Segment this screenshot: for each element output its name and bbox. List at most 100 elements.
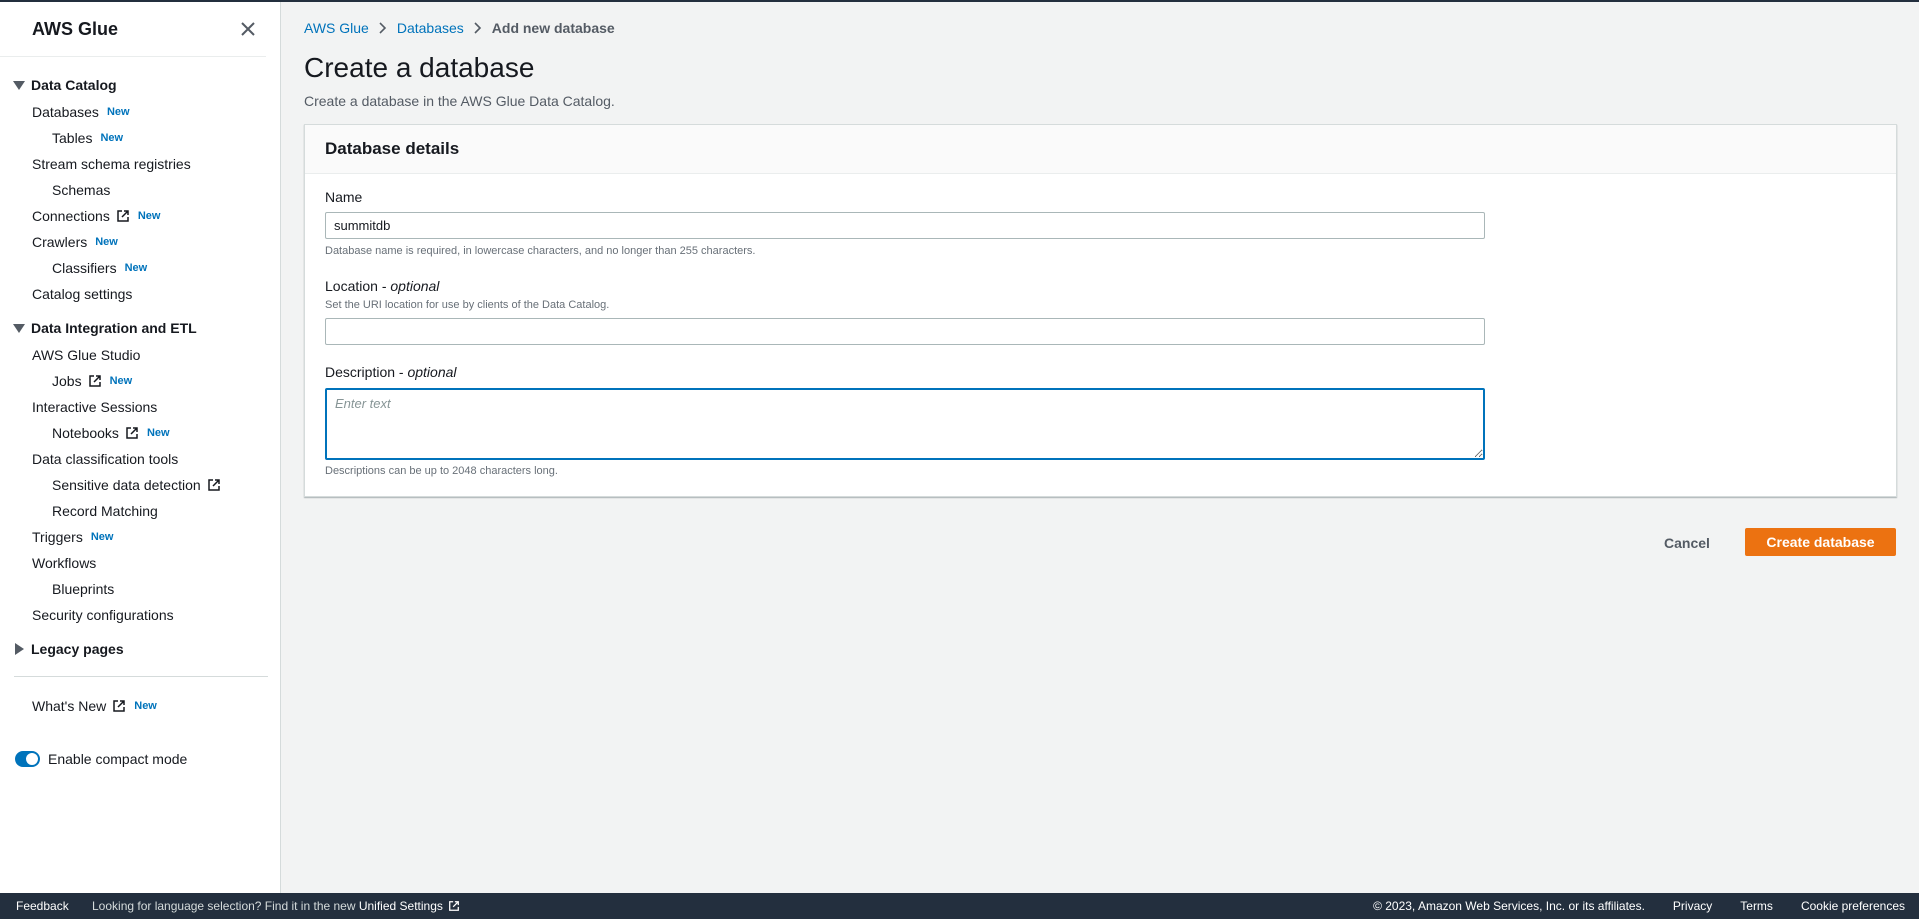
- description-label: Description - optional: [325, 364, 457, 380]
- feedback-link[interactable]: Feedback: [16, 899, 69, 913]
- sidebar-item-label: Connections: [32, 208, 110, 224]
- breadcrumb-aws-glue[interactable]: AWS Glue: [304, 20, 369, 36]
- optional-text: optional: [390, 278, 440, 294]
- sidebar-item-sensitive-data[interactable]: Sensitive data detection: [52, 477, 221, 493]
- sidebar-item-label: Notebooks: [52, 425, 119, 441]
- sidebar-item-stream-schema-registries[interactable]: Stream schema registries: [32, 156, 191, 172]
- sidebar-item-glue-studio[interactable]: AWS Glue Studio: [32, 347, 140, 363]
- location-hint: Set the URI location for use by clients …: [325, 299, 610, 311]
- name-hint: Database name is required, in lowercase …: [325, 245, 756, 257]
- chevron-right-icon: [474, 22, 481, 34]
- sidebar-divider: [14, 676, 268, 677]
- new-badge: New: [100, 132, 124, 144]
- copyright: © 2023, Amazon Web Services, Inc. or its…: [1373, 899, 1645, 913]
- sidebar-item-label: Blueprints: [52, 581, 115, 597]
- sidebar-item-record-matching[interactable]: Record Matching: [52, 503, 158, 519]
- sidebar-item-label: Crawlers: [32, 234, 88, 250]
- location-label-text: Location -: [325, 278, 391, 294]
- new-badge: New: [146, 427, 170, 439]
- sidebar-item-whats-new[interactable]: What's New New: [32, 698, 157, 714]
- sidebar-item-blueprints[interactable]: Blueprints: [52, 581, 114, 597]
- page-subtitle: Create a database in the AWS Glue Data C…: [304, 93, 615, 109]
- breadcrumb-current: Add new database: [491, 20, 615, 36]
- external-link-icon: [207, 479, 220, 491]
- cookie-preferences-link[interactable]: Cookie preferences: [1801, 899, 1905, 913]
- caret-right-icon: [15, 643, 24, 655]
- cancel-button[interactable]: Cancel: [1648, 529, 1726, 557]
- sidebar-item-jobs[interactable]: Jobs New: [52, 373, 132, 389]
- external-link-icon: [126, 427, 138, 439]
- sidebar-item-label: AWS Glue Studio: [32, 347, 141, 363]
- terms-link[interactable]: Terms: [1740, 899, 1773, 913]
- external-link-icon: [117, 210, 129, 222]
- compact-mode-label: Enable compact mode: [48, 751, 188, 767]
- sidebar-item-interactive-sessions[interactable]: Interactive Sessions: [32, 399, 157, 415]
- sidebar-item-label: Interactive Sessions: [32, 399, 158, 415]
- page-title: Create a database: [304, 52, 535, 83]
- sidebar-item-workflows[interactable]: Workflows: [32, 555, 96, 571]
- panel-header: Database details: [305, 125, 1896, 174]
- sidebar-item-connections[interactable]: Connections New: [32, 208, 160, 224]
- sidebar-item-databases[interactable]: Databases New: [32, 104, 130, 120]
- breadcrumb-databases[interactable]: Databases: [397, 20, 464, 36]
- sidebar-header-divider: [0, 56, 266, 57]
- sidebar-item-label: Stream schema registries: [32, 156, 191, 172]
- sidebar-item-label: Record Matching: [52, 503, 158, 519]
- sidebar-item-label: What's New: [32, 698, 107, 714]
- sidebar-item-label: Security configurations: [32, 607, 174, 623]
- section-data-integration[interactable]: Data Integration and ETL: [13, 320, 197, 336]
- create-database-button[interactable]: Create database: [1745, 528, 1896, 556]
- sidebar-item-schemas[interactable]: Schemas: [52, 182, 110, 198]
- new-badge: New: [90, 531, 114, 543]
- footer-links: © 2023, Amazon Web Services, Inc. or its…: [1373, 899, 1905, 913]
- sidebar-item-label: Sensitive data detection: [52, 477, 201, 493]
- chevron-right-icon: [379, 22, 386, 34]
- caret-down-icon: [13, 80, 25, 90]
- section-label: Data Catalog: [31, 77, 117, 93]
- name-input[interactable]: summitdb: [325, 212, 1485, 239]
- new-badge: New: [95, 236, 118, 248]
- compact-mode-toggle[interactable]: Enable compact mode: [15, 751, 187, 767]
- external-link-icon: [113, 700, 125, 712]
- sidebar-item-label: Data classification tools: [32, 451, 179, 467]
- language-message-text: Looking for language selection? Find it …: [92, 899, 359, 913]
- section-legacy-pages[interactable]: Legacy pages: [13, 641, 124, 657]
- footer: Feedback Looking for language selection?…: [0, 893, 1919, 919]
- sidebar-item-label: Tables: [52, 130, 93, 146]
- sidebar-item-classifiers[interactable]: Classifiers New: [52, 260, 147, 276]
- toggle-switch[interactable]: [15, 751, 40, 767]
- close-icon[interactable]: [236, 17, 260, 41]
- unified-settings-link[interactable]: Unified Settings: [359, 899, 443, 913]
- caret-down-icon: [13, 323, 25, 333]
- new-badge: New: [124, 262, 148, 274]
- sidebar-item-triggers[interactable]: Triggers New: [32, 529, 113, 545]
- sidebar-item-data-classification[interactable]: Data classification tools: [32, 451, 178, 467]
- description-label-text: Description -: [325, 364, 408, 380]
- new-badge: New: [137, 210, 161, 222]
- description-textarea[interactable]: [325, 388, 1485, 460]
- database-details-panel: Database details Name summitdb Database …: [304, 124, 1897, 497]
- sidebar-item-label: Catalog settings: [32, 286, 133, 302]
- sidebar-item-label: Schemas: [52, 182, 111, 198]
- top-border: [0, 0, 1919, 2]
- external-link-icon: [88, 375, 101, 387]
- sidebar-item-label: Triggers: [32, 529, 83, 545]
- description-hint: Descriptions can be up to 2048 character…: [325, 465, 558, 477]
- sidebar-item-crawlers[interactable]: Crawlers New: [32, 234, 118, 250]
- external-link-icon: [449, 901, 460, 911]
- section-data-catalog[interactable]: Data Catalog: [13, 77, 117, 93]
- sidebar-title[interactable]: AWS Glue: [32, 19, 118, 40]
- privacy-link[interactable]: Privacy: [1673, 899, 1712, 913]
- sidebar-item-label: Workflows: [32, 555, 97, 571]
- sidebar-item-security-configurations[interactable]: Security configurations: [32, 607, 174, 623]
- sidebar-item-tables[interactable]: Tables New: [52, 130, 123, 146]
- section-label: Legacy pages: [31, 641, 124, 657]
- location-input[interactable]: [325, 318, 1485, 345]
- sidebar-item-label: Databases: [32, 104, 99, 120]
- sidebar-item-catalog-settings[interactable]: Catalog settings: [32, 286, 132, 302]
- optional-text: optional: [407, 364, 457, 380]
- location-label: Location - optional: [325, 278, 439, 294]
- sidebar-item-label: Classifiers: [52, 260, 117, 276]
- sidebar-item-notebooks[interactable]: Notebooks New: [52, 425, 170, 441]
- new-badge: New: [106, 106, 130, 118]
